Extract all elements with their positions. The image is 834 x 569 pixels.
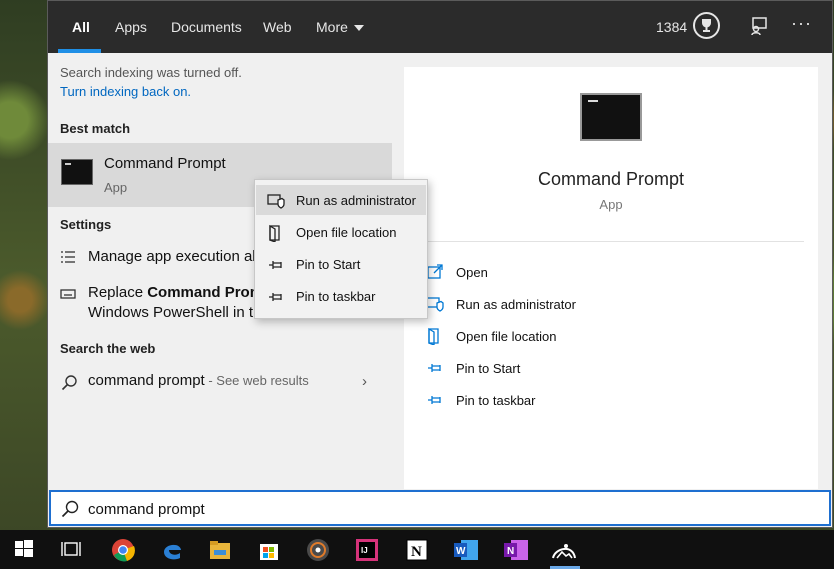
- search-panel: All Apps Documents Web More 1384 ··· Sea…: [47, 0, 833, 528]
- chevron-right-icon[interactable]: ›: [362, 373, 367, 390]
- notion-icon[interactable]: N: [405, 538, 429, 562]
- list-settings-icon: [60, 249, 76, 269]
- preview-divider: [418, 241, 804, 242]
- svg-text:N: N: [507, 546, 514, 557]
- ctx-pin-to-taskbar-label: Pin to taskbar: [296, 289, 376, 304]
- search-tabs-bar: All Apps Documents Web More 1384 ···: [48, 1, 832, 53]
- best-match-subtitle: App: [104, 180, 128, 195]
- tab-more-label: More: [316, 19, 348, 35]
- chrome-icon[interactable]: [111, 538, 135, 562]
- search-icon: [61, 500, 79, 523]
- ctx-pin-to-start-label: Pin to Start: [296, 257, 361, 272]
- search-icon: [61, 374, 78, 396]
- caret-down-icon: [353, 25, 364, 32]
- word-icon[interactable]: W: [453, 538, 478, 562]
- command-prompt-icon: [61, 159, 93, 185]
- ctx-run-as-admin[interactable]: Run as administrator: [256, 185, 426, 215]
- pin-icon: [426, 359, 444, 377]
- taskbar: IJ N W N: [0, 530, 834, 569]
- intellij-icon[interactable]: IJ: [355, 538, 379, 562]
- action-pin-to-taskbar-label: Pin to taskbar: [456, 393, 536, 408]
- svg-text:IJ: IJ: [361, 546, 368, 555]
- onenote-icon[interactable]: N: [503, 538, 528, 562]
- action-open-file-location-label: Open file location: [456, 329, 557, 344]
- file-explorer-icon[interactable]: [208, 538, 232, 562]
- store-icon[interactable]: [257, 538, 281, 562]
- ctx-open-file-location-label: Open file location: [296, 225, 397, 240]
- setting-item-replace-label: Replace Command Prom: [88, 283, 263, 303]
- search-input[interactable]: command prompt: [88, 501, 205, 518]
- shield-icon: [267, 192, 285, 210]
- pin-icon: [426, 391, 444, 409]
- tab-documents[interactable]: Documents: [171, 1, 242, 53]
- keyboard-icon: [60, 287, 76, 304]
- ctx-run-as-admin-label: Run as administrator: [296, 193, 416, 208]
- action-pin-to-start-label: Pin to Start: [456, 361, 521, 376]
- file-location-icon: [426, 327, 444, 346]
- ctx-pin-to-start[interactable]: Pin to Start: [256, 249, 426, 279]
- svg-text:N: N: [411, 544, 422, 560]
- ctx-open-file-location[interactable]: Open file location: [256, 217, 426, 247]
- turn-indexing-on-link[interactable]: Turn indexing back on.: [60, 84, 191, 99]
- preview-subtitle: App: [599, 197, 623, 212]
- rewards-points: 1384: [656, 19, 688, 35]
- setting-replace-bold: Command Prom: [147, 284, 264, 301]
- tab-all[interactable]: All: [72, 1, 90, 53]
- edge-icon[interactable]: [160, 538, 184, 562]
- file-location-icon: [267, 224, 285, 243]
- svg-text:W: W: [456, 546, 466, 557]
- setting-item-label: Manage app execution al: [88, 248, 256, 265]
- open-icon: [426, 263, 444, 281]
- tab-web[interactable]: Web: [263, 1, 292, 53]
- web-suffix: - See web results: [204, 373, 309, 388]
- setting-replace-prefix: Replace: [88, 284, 148, 301]
- preview-title: Command Prompt: [537, 169, 685, 189]
- best-match-heading: Best match: [60, 121, 131, 136]
- pin-icon: [267, 256, 285, 274]
- feedback-icon[interactable]: [749, 16, 769, 36]
- command-prompt-large-icon: [580, 93, 642, 141]
- action-run-as-admin-label: Run as administrator: [456, 297, 576, 312]
- ellipsis-icon[interactable]: ···: [791, 13, 812, 34]
- shield-icon: [426, 295, 444, 313]
- task-view-icon[interactable]: [60, 538, 84, 562]
- indexing-notice: Search indexing was turned off.: [60, 65, 242, 80]
- web-result-item[interactable]: command prompt - See web results ›: [48, 369, 392, 395]
- media-player-icon[interactable]: [306, 538, 330, 562]
- search-web-heading: Search the web: [60, 341, 156, 356]
- web-query: command prompt: [88, 372, 205, 389]
- best-match-title: Command Prompt: [104, 155, 226, 172]
- windows-start-icon[interactable]: [13, 538, 37, 562]
- tab-apps[interactable]: Apps: [115, 1, 147, 53]
- settings-heading: Settings: [60, 217, 112, 232]
- tab-more[interactable]: More: [316, 1, 364, 53]
- photos-icon[interactable]: [551, 538, 576, 562]
- search-box[interactable]: command prompt: [49, 490, 831, 526]
- context-menu: Run as administrator Open file location …: [254, 179, 428, 319]
- action-open-label: Open: [456, 265, 488, 280]
- ctx-pin-to-taskbar[interactable]: Pin to taskbar: [256, 281, 426, 311]
- preview-pane: Command Prompt App Open Run as administr…: [404, 67, 818, 489]
- rewards-trophy-icon[interactable]: [693, 12, 720, 39]
- pin-icon: [267, 288, 285, 306]
- web-result-label: command prompt - See web results: [88, 372, 309, 389]
